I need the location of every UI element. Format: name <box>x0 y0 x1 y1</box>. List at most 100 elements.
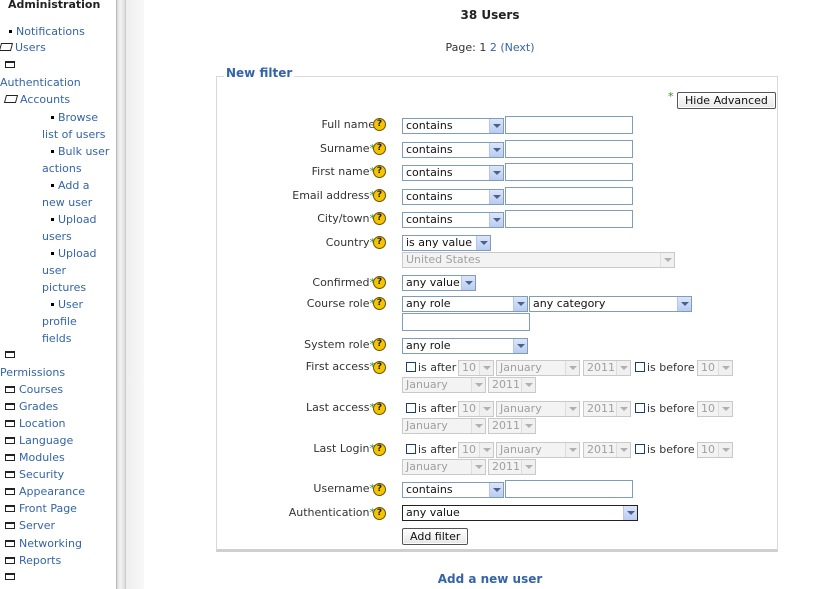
sidebar-item-browse-users[interactable]: Browse <box>51 111 98 125</box>
sidebar-item-notifications[interactable]: Notifications <box>9 25 85 39</box>
authentication-select[interactable]: any value <box>402 505 638 521</box>
full-name-operator-select[interactable]: contains <box>402 118 504 134</box>
help-icon[interactable]: ? <box>373 276 386 289</box>
help-icon[interactable]: ? <box>373 361 386 374</box>
course-role-select[interactable]: any role <box>402 296 528 312</box>
sidebar-item-upload-pictures-cont2[interactable]: pictures <box>42 281 86 295</box>
sidebar-item-modules[interactable]: Modules <box>5 451 65 465</box>
sidebar-resize-divider[interactable] <box>116 0 126 589</box>
sidebar-item-add-user-cont[interactable]: new user <box>42 196 92 210</box>
first-access-after-checkbox[interactable] <box>406 362 416 372</box>
sidebar-item-permissions-folder[interactable] <box>5 348 19 362</box>
sidebar-item-authentication[interactable]: Authentication <box>0 76 81 90</box>
help-icon[interactable]: ? <box>373 402 386 415</box>
help-icon[interactable]: ? <box>373 443 386 456</box>
last-login-after-day[interactable]: 10 <box>458 442 494 458</box>
username-operator-select[interactable]: contains <box>402 482 504 498</box>
first-access-after-year[interactable]: 2011 <box>583 360 631 376</box>
sidebar-item-profile-fields-cont2[interactable]: fields <box>42 332 71 346</box>
help-icon[interactable]: ? <box>373 118 386 131</box>
email-operator-select[interactable]: contains <box>402 189 504 205</box>
sidebar-item-networking[interactable]: Networking <box>5 537 82 551</box>
first-name-input[interactable] <box>505 163 633 181</box>
help-icon[interactable]: ? <box>373 212 386 225</box>
last-access-before-month[interactable]: January <box>402 418 486 434</box>
last-login-before-month[interactable]: January <box>402 459 486 475</box>
last-access-after-month[interactable]: January <box>496 401 580 417</box>
chevron-down-icon <box>623 506 637 520</box>
add-filter-button[interactable]: Add filter <box>402 528 469 545</box>
folder-icon <box>5 572 15 580</box>
sidebar-item-server[interactable]: Server <box>5 519 55 533</box>
last-login-after-month[interactable]: January <box>496 442 580 458</box>
surname-operator-select[interactable]: contains <box>402 142 504 158</box>
sidebar-item-auth-folder[interactable] <box>5 58 19 72</box>
sidebar-item-profile-fields-cont1[interactable]: profile <box>42 315 77 329</box>
sidebar-item-grades[interactable]: Grades <box>5 400 58 414</box>
sidebar-item-upload-pictures[interactable]: Upload <box>51 247 97 261</box>
city-operator-select[interactable]: contains <box>402 212 504 228</box>
sidebar-item-security[interactable]: Security <box>5 468 64 482</box>
system-role-select[interactable]: any role <box>402 338 528 354</box>
help-icon[interactable]: ? <box>373 507 386 520</box>
hide-advanced-button[interactable]: Hide Advanced <box>677 92 776 109</box>
first-name-operator-select[interactable]: contains <box>402 165 504 181</box>
last-login-before-day[interactable]: 10 <box>697 442 733 458</box>
sidebar-item-language[interactable]: Language <box>5 434 73 448</box>
first-access-before-year[interactable]: 2011 <box>488 377 536 393</box>
last-access-before-checkbox[interactable] <box>635 403 645 413</box>
sidebar-item-more-folder[interactable] <box>5 570 19 584</box>
sidebar-item-users[interactable]: Users <box>0 41 46 55</box>
last-access-after-day[interactable]: 10 <box>458 401 494 417</box>
last-login-before-checkbox[interactable] <box>635 444 645 454</box>
help-icon[interactable]: ? <box>373 142 386 155</box>
sidebar-item-upload-users[interactable]: Upload <box>51 213 97 227</box>
first-access-before-month[interactable]: January <box>402 377 486 393</box>
last-access-before-day[interactable]: 10 <box>697 401 733 417</box>
sidebar-item-profile-fields[interactable]: User <box>51 298 83 312</box>
sidebar-item-upload-users-cont[interactable]: users <box>42 230 72 244</box>
sidebar-item-bulk-actions[interactable]: Bulk user <box>51 145 109 159</box>
country-operator-select[interactable]: is any value <box>402 235 491 251</box>
is-before-label: is before <box>647 361 695 374</box>
help-icon[interactable]: ? <box>373 165 386 178</box>
first-access-before-day[interactable]: 10 <box>697 360 733 376</box>
last-login-after-year[interactable]: 2011 <box>583 442 631 458</box>
last-login-before-year[interactable]: 2011 <box>488 459 536 475</box>
sidebar-item-courses[interactable]: Courses <box>5 383 63 397</box>
sidebar-item-appearance[interactable]: Appearance <box>5 485 85 499</box>
sidebar-item-browse-users-cont[interactable]: list of users <box>42 128 105 142</box>
pager-page-link[interactable]: 2 <box>490 41 497 54</box>
sidebar-item-location[interactable]: Location <box>5 417 66 431</box>
sidebar-item-bulk-actions-cont[interactable]: actions <box>42 162 82 176</box>
course-category-select[interactable]: any category <box>529 296 692 312</box>
country-value-select[interactable]: United States <box>402 252 675 268</box>
pager-next-link[interactable]: (Next) <box>500 41 534 54</box>
full-name-input[interactable] <box>505 116 633 134</box>
help-icon[interactable]: ? <box>373 236 386 249</box>
first-access-after-day[interactable]: 10 <box>458 360 494 376</box>
sidebar-item-upload-pictures-cont1[interactable]: user <box>42 264 66 278</box>
last-access-after-checkbox[interactable] <box>406 403 416 413</box>
last-access-after-year[interactable]: 2011 <box>583 401 631 417</box>
city-input[interactable] <box>505 210 633 228</box>
email-input[interactable] <box>505 187 633 205</box>
sidebar-item-accounts[interactable]: Accounts <box>3 93 70 107</box>
sidebar-item-reports[interactable]: Reports <box>5 554 61 568</box>
first-access-before-checkbox[interactable] <box>635 362 645 372</box>
chevron-down-icon <box>565 443 579 457</box>
confirmed-select[interactable]: any value <box>402 275 476 291</box>
help-icon[interactable]: ? <box>373 338 386 351</box>
course-role-input[interactable] <box>402 313 530 331</box>
sidebar-item-front-page[interactable]: Front Page <box>5 502 77 516</box>
help-icon[interactable]: ? <box>373 483 386 496</box>
first-access-after-month[interactable]: January <box>496 360 580 376</box>
help-icon[interactable]: ? <box>373 189 386 202</box>
last-access-before-year[interactable]: 2011 <box>488 418 536 434</box>
surname-input[interactable] <box>505 140 633 158</box>
username-input[interactable] <box>505 480 633 498</box>
help-icon[interactable]: ? <box>373 297 386 310</box>
sidebar-item-permissions[interactable]: Permissions <box>0 366 65 380</box>
last-login-after-checkbox[interactable] <box>406 444 416 454</box>
sidebar-item-add-user[interactable]: Add a <box>51 179 90 193</box>
